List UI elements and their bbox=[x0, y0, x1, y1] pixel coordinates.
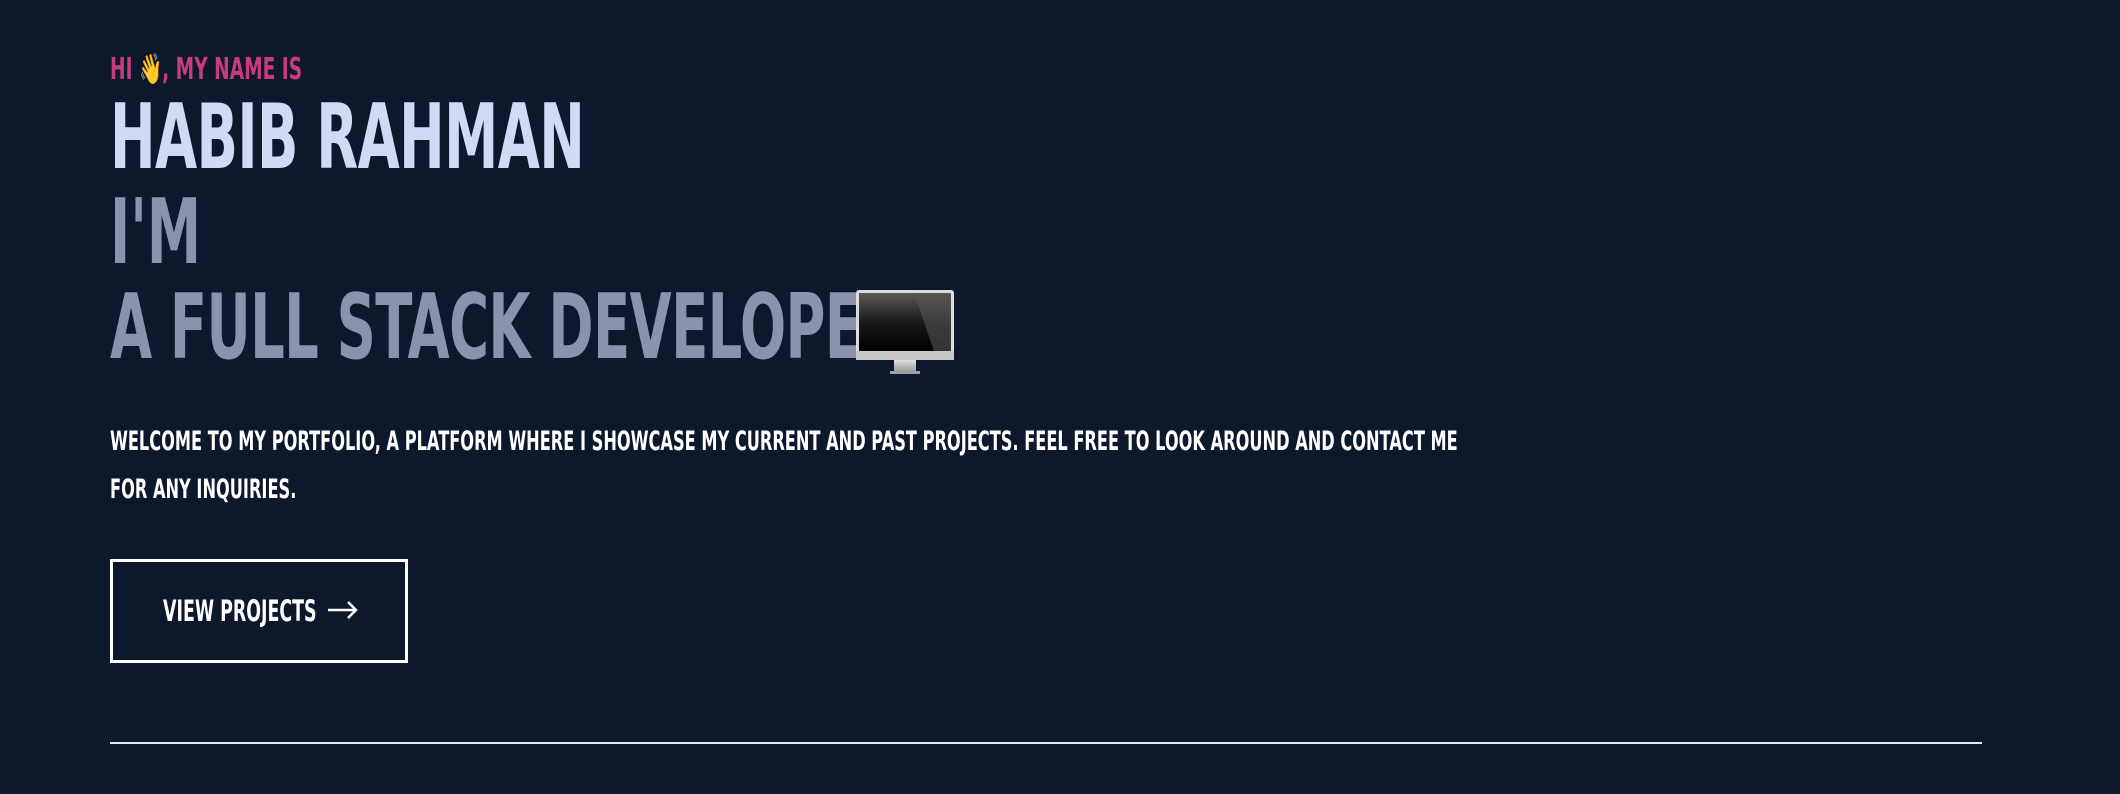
hero-role-text: A FULL STACK DEVELOPER bbox=[110, 275, 903, 380]
hero-im-text: I'M bbox=[110, 180, 202, 285]
greeting-suffix: , MY NAME IS bbox=[162, 52, 303, 87]
arrow-right-icon bbox=[328, 601, 358, 619]
greeting-prefix: HI bbox=[110, 52, 133, 87]
desktop-computer-icon bbox=[856, 290, 954, 374]
waving-hand-icon: 👋 bbox=[138, 52, 163, 87]
view-projects-label: VIEW PROJECTS bbox=[163, 594, 317, 628]
hero-name: HABIB RAHMAN bbox=[110, 88, 894, 188]
intro-paragraph: WELCOME TO MY PORTFOLIO, A PLATFORM WHER… bbox=[110, 418, 1480, 514]
section-divider bbox=[110, 742, 1982, 744]
hero-im: I'M bbox=[110, 183, 261, 283]
intro-line-1: WELCOME TO MY PORTFOLIO, A PLATFORM WHER… bbox=[110, 426, 1458, 457]
hero-name-text: HABIB RAHMAN bbox=[110, 85, 585, 190]
hero-section: HI 👋, MY NAME IS HABIB RAHMAN I'M A FULL… bbox=[110, 0, 1982, 794]
view-projects-button[interactable]: VIEW PROJECTS bbox=[110, 559, 408, 663]
greeting: HI 👋, MY NAME IS bbox=[110, 50, 420, 90]
intro-line-2: FOR ANY INQUIRIES. bbox=[110, 474, 297, 505]
hero-role: A FULL STACK DEVELOPER bbox=[110, 278, 1420, 378]
